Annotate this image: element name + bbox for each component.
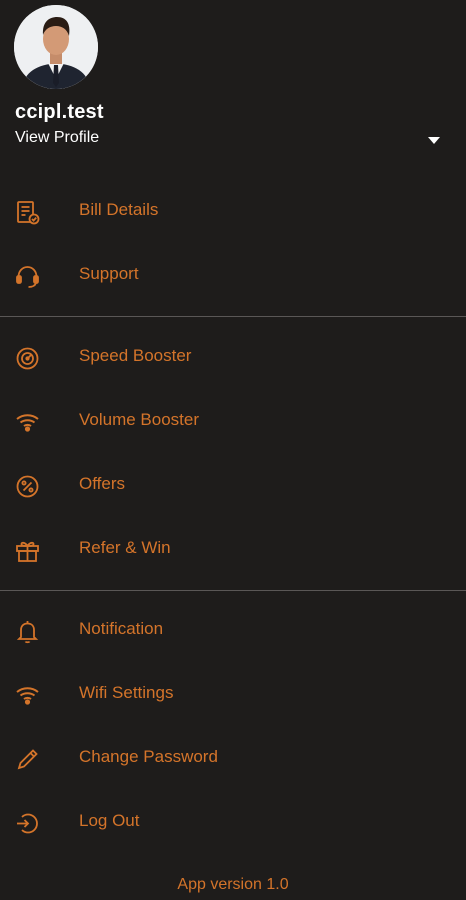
logout-icon: [14, 810, 41, 837]
bill-icon: [14, 199, 41, 226]
gift-icon: [14, 537, 41, 564]
menu-item-label: Offers: [79, 474, 125, 493]
wifi-icon: [14, 409, 41, 436]
menu-item-label: Wifi Settings: [79, 683, 174, 702]
menu-item-label: Support: [79, 264, 139, 283]
menu-item-label: Notification: [79, 619, 164, 638]
menu-item-change-password[interactable]: Change Password: [0, 727, 466, 791]
app-version: App version 1.0: [177, 876, 289, 893]
menu-item-label: Volume Booster: [79, 410, 200, 429]
menu-item-offers[interactable]: Offers: [0, 454, 466, 518]
menu-item-log-out[interactable]: Log Out: [0, 791, 466, 855]
menu-item-bill-details[interactable]: Bill Details: [0, 180, 466, 244]
menu-item-label: Speed Booster: [79, 346, 192, 365]
view-profile-link[interactable]: View Profile: [15, 129, 99, 147]
headset-icon: [14, 263, 41, 290]
menu-item-speed-booster[interactable]: Speed Booster: [0, 326, 466, 390]
menu-item-wifi-settings[interactable]: Wifi Settings: [0, 663, 466, 727]
profile-username: ccipl.test: [15, 101, 104, 123]
menu-item-label: Change Password: [79, 747, 218, 766]
menu-item-support[interactable]: Support: [0, 244, 466, 308]
pencil-icon: [14, 746, 41, 773]
menu-item-label: Refer & Win: [79, 538, 171, 557]
caret-down-icon[interactable]: [426, 133, 442, 145]
wifi-icon: [14, 682, 41, 709]
avatar[interactable]: [14, 5, 98, 89]
menu-item-notification[interactable]: Notification: [0, 599, 466, 663]
menu-divider: [0, 316, 466, 317]
menu-item-label: Bill Details: [79, 200, 159, 219]
percent-icon: [14, 473, 41, 500]
bell-icon: [14, 618, 41, 645]
menu-item-refer-win[interactable]: Refer & Win: [0, 518, 466, 582]
speed-icon: [14, 345, 41, 372]
navigation-drawer: ccipl.test View Profile Bill Details Sup…: [0, 0, 466, 900]
menu-item-volume-booster[interactable]: Volume Booster: [0, 390, 466, 454]
menu-item-label: Log Out: [79, 811, 140, 830]
menu-divider: [0, 590, 466, 591]
profile-header: ccipl.test View Profile: [0, 0, 466, 170]
